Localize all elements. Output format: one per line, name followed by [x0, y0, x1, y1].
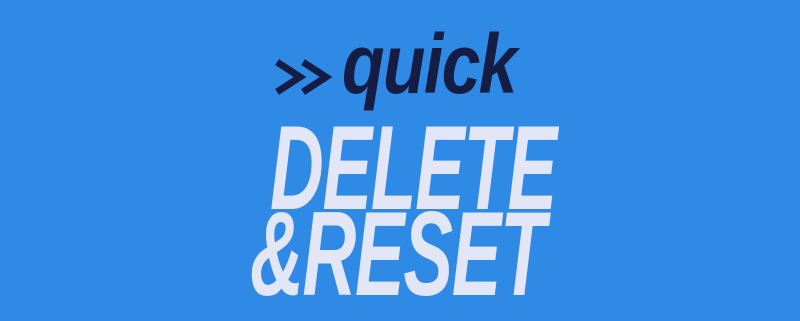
double-chevron-right-icon	[275, 59, 333, 95]
logo-word-reset: &RESET	[250, 187, 546, 321]
logo-word-quick: quick	[342, 17, 517, 111]
logo-line-quick: quick	[270, 22, 551, 106]
quick-delete-reset-logo: quick DELETE &RESET	[0, 0, 800, 320]
